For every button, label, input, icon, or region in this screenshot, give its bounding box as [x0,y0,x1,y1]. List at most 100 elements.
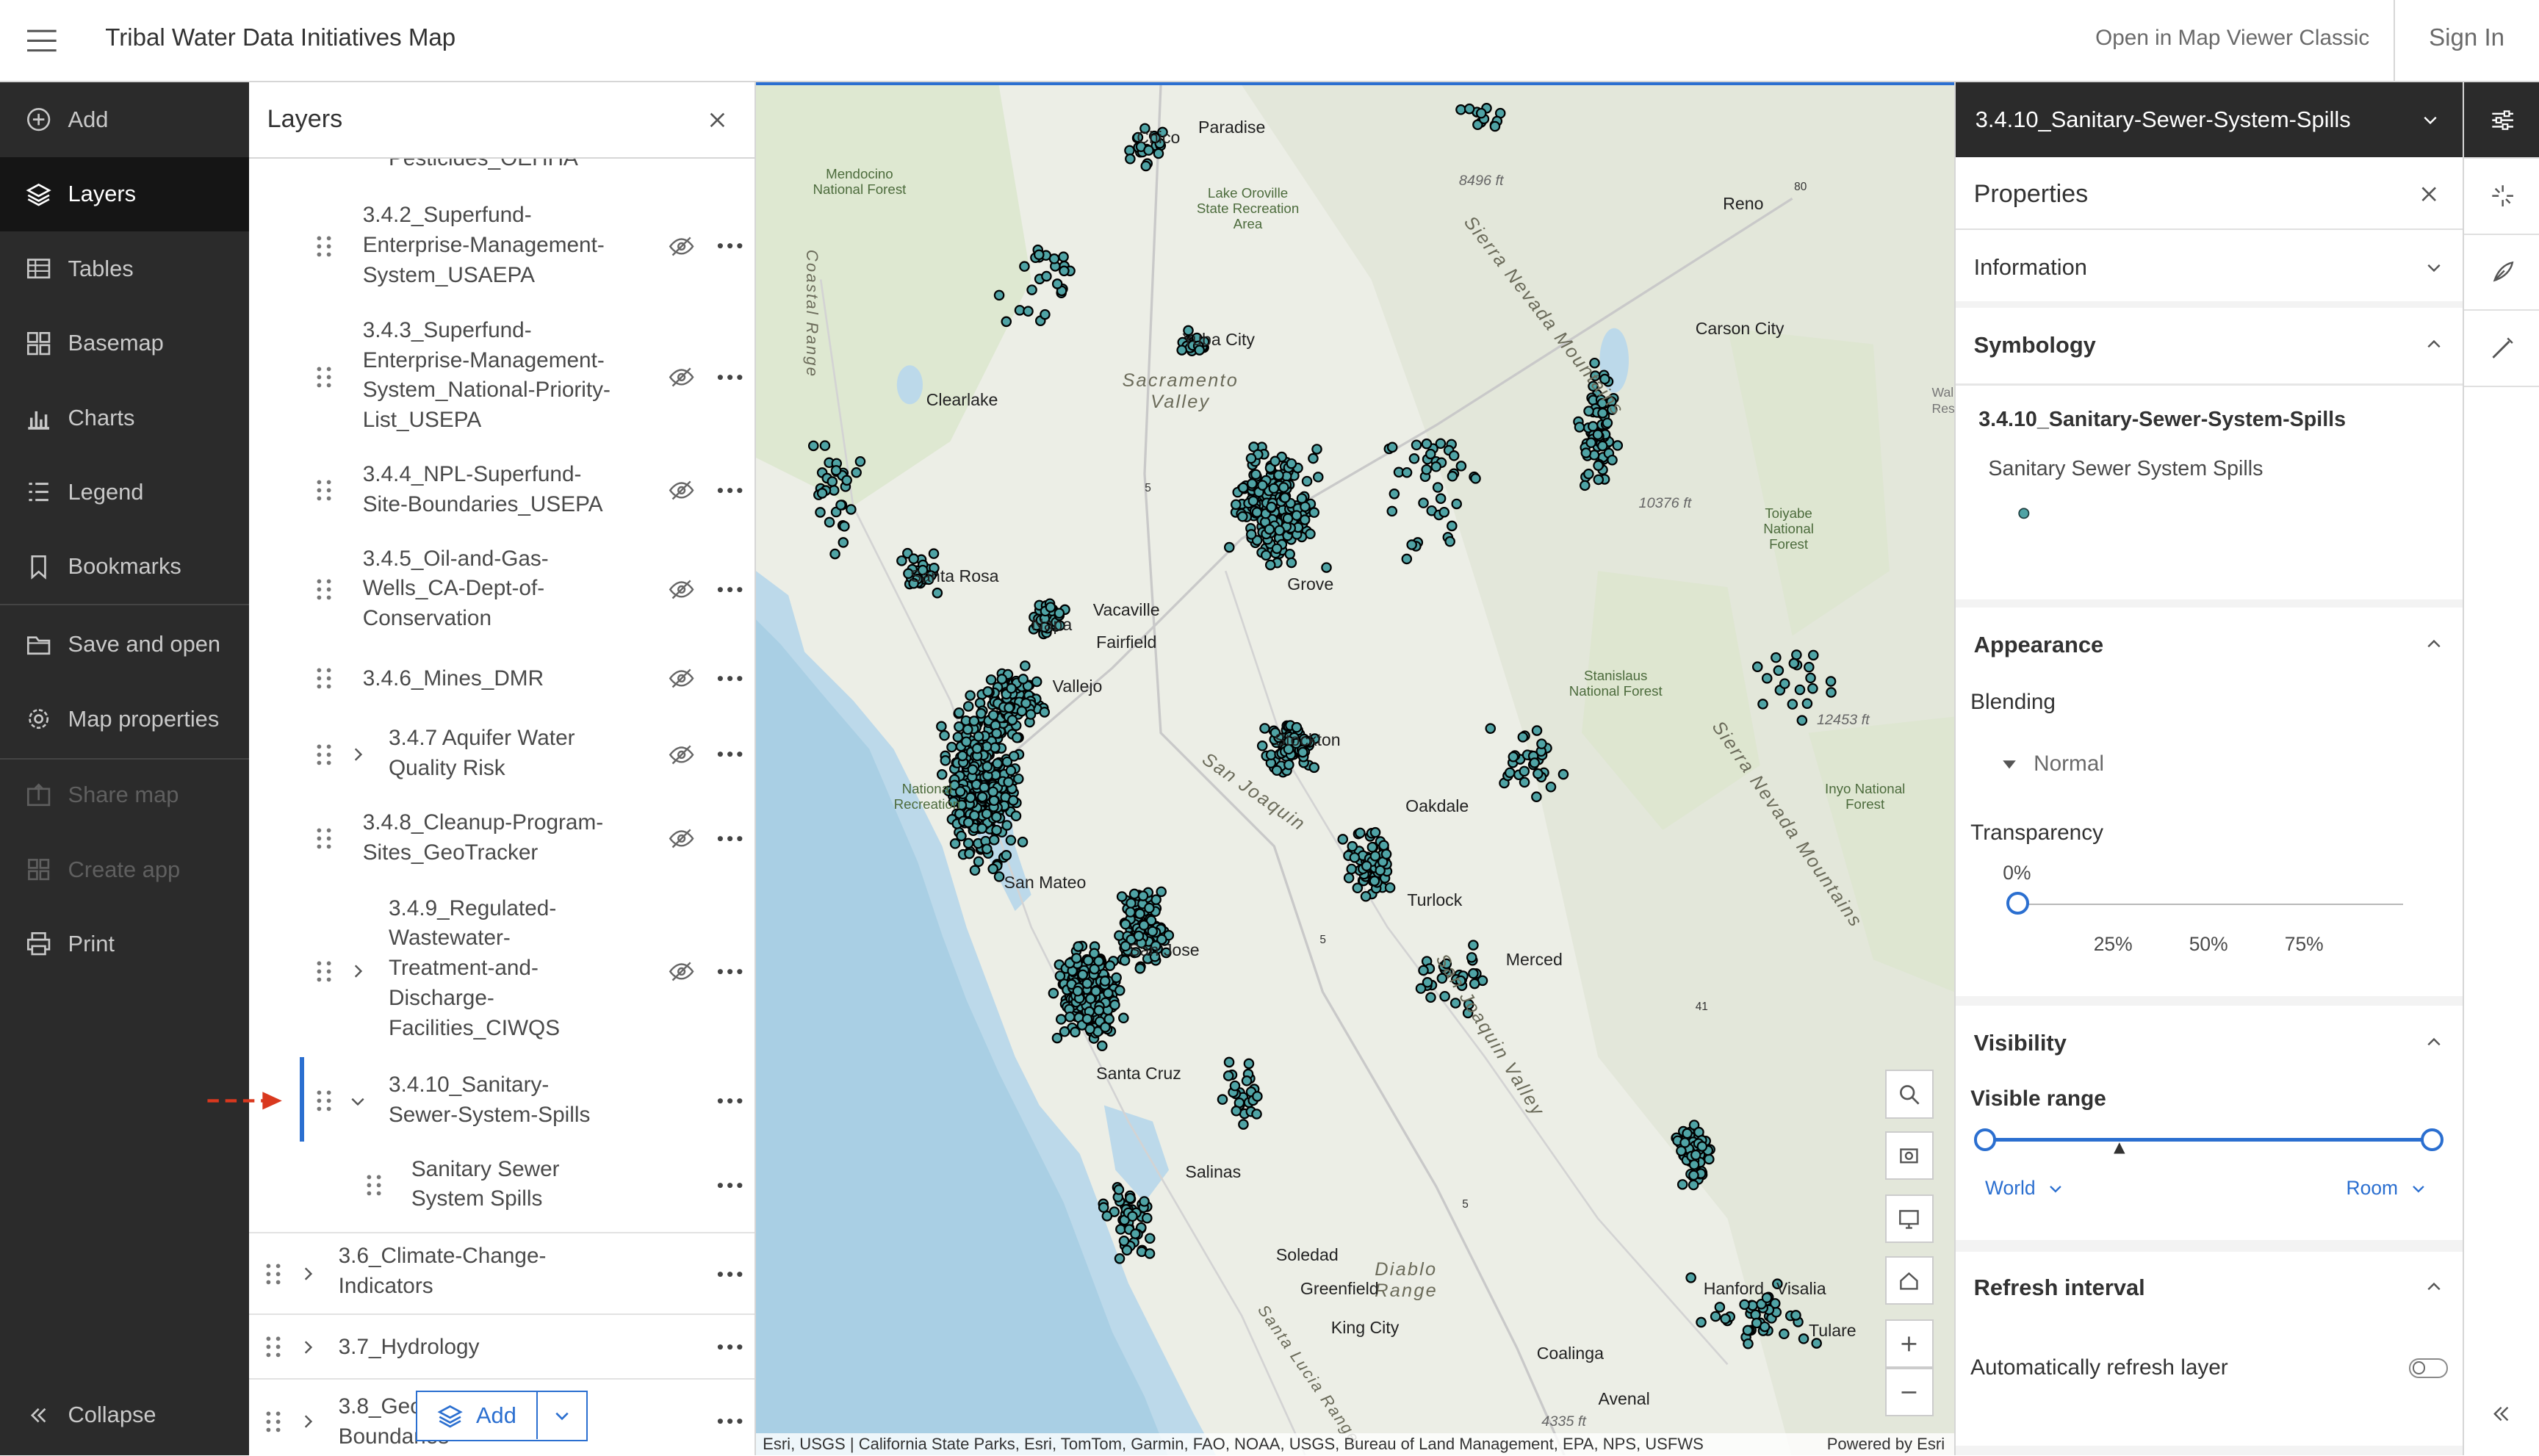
spill-point[interactable] [957,751,968,762]
spill-point[interactable] [1381,848,1392,860]
spill-point[interactable] [1682,1128,1693,1139]
spill-point[interactable] [1406,539,1418,551]
spill-point[interactable] [1129,889,1140,900]
spill-point[interactable] [1120,919,1131,930]
more-options-icon[interactable] [717,1269,743,1279]
group-layer-item[interactable]: 3.7_Hydrology [249,1313,755,1378]
spill-point[interactable] [973,731,984,743]
spill-point[interactable] [1004,702,1015,714]
spill-point[interactable] [1532,725,1543,737]
spill-point[interactable] [1826,676,1837,688]
spill-point[interactable] [824,517,835,528]
spill-point[interactable] [1142,1213,1153,1224]
spill-point[interactable] [973,856,984,868]
spill-point[interactable] [1008,795,1019,807]
hamburger-menu-button[interactable] [19,19,65,61]
spill-point[interactable] [1297,493,1308,505]
spill-point[interactable] [1145,1248,1156,1260]
layer-item-selected[interactable]: 3.4.10_Sanitary- Sewer-System-Spills [249,1067,755,1138]
spill-point[interactable] [1795,685,1806,696]
spill-point[interactable] [1237,511,1248,522]
spill-point[interactable] [1714,1302,1726,1313]
spill-point[interactable] [1519,766,1530,777]
spill-point[interactable] [1125,907,1137,918]
spill-point[interactable] [1085,993,1096,1005]
visibility-off-icon[interactable] [669,827,694,850]
spill-point[interactable] [1070,1027,1081,1038]
spill-point[interactable] [936,721,947,732]
spill-point[interactable] [996,674,1008,685]
spill-point[interactable] [1041,271,1053,282]
add-layer-button[interactable]: Add [417,1392,538,1440]
spill-point[interactable] [1138,890,1149,902]
spill-point[interactable] [1798,1333,1809,1345]
spill-point[interactable] [991,825,1003,836]
spill-point[interactable] [1370,827,1381,838]
properties-tool-button[interactable] [2464,82,2539,159]
spill-point[interactable] [1760,1322,1771,1333]
spill-point[interactable] [896,555,907,567]
spill-point[interactable] [1077,970,1089,981]
spill-point[interactable] [1476,108,1487,119]
spill-point[interactable] [1040,309,1051,320]
spill-point[interactable] [1779,1328,1790,1340]
spill-point[interactable] [1278,482,1289,494]
spill-point[interactable] [1140,161,1152,172]
chevron-up-icon[interactable] [2426,636,2442,652]
spill-point[interactable] [1607,455,1618,466]
spill-point[interactable] [1583,469,1594,480]
spill-point[interactable] [1054,970,1066,982]
spill-point[interactable] [982,686,994,698]
spill-point[interactable] [956,831,968,842]
drag-handle-icon[interactable] [316,578,332,601]
spill-point[interactable] [1111,973,1123,984]
spill-point[interactable] [1485,723,1497,735]
spill-point[interactable] [1001,820,1013,832]
spill-point[interactable] [1425,449,1436,460]
spill-point[interactable] [1790,1310,1802,1322]
spill-point[interactable] [1005,835,1017,846]
layer-selector[interactable]: 3.4.10_Sanitary-Sewer-System-Spills [1956,82,2463,157]
spill-point[interactable] [1585,437,1597,449]
expand-rail-button[interactable] [2488,1401,2514,1427]
drag-handle-icon[interactable] [316,479,332,502]
spill-point[interactable] [1352,882,1364,894]
spill-point[interactable] [1347,841,1358,852]
zoom-in-button[interactable] [1884,1319,1934,1369]
spill-point[interactable] [1808,649,1819,661]
spill-point[interactable] [946,742,958,753]
spill-point[interactable] [1771,652,1782,663]
map-presentation-button[interactable] [1884,1194,1934,1244]
spill-point[interactable] [1583,406,1595,417]
spill-point[interactable] [982,843,993,855]
spill-point[interactable] [1056,1014,1067,1026]
layer-item[interactable]: 3.4.4_NPL-Superfund- Site-Boundaries_USEP… [249,458,755,530]
spill-point[interactable] [1003,776,1015,788]
spill-point[interactable] [1103,988,1114,999]
spill-point[interactable] [1597,441,1608,452]
spill-point[interactable] [1308,762,1320,774]
spill-point[interactable] [1134,931,1145,942]
spill-point[interactable] [1529,757,1541,769]
spill-point[interactable] [1023,306,1034,317]
drag-handle-icon[interactable] [316,827,332,850]
spill-point[interactable] [1447,471,1458,482]
spill-point[interactable] [1286,458,1297,469]
visibility-off-icon[interactable] [669,578,694,601]
spill-point[interactable] [1217,1094,1228,1106]
spill-point[interactable] [1019,261,1031,273]
spill-point[interactable] [1308,453,1319,464]
spill-point[interactable] [1574,422,1585,433]
spill-point[interactable] [1034,249,1045,261]
spill-point[interactable] [1337,834,1349,846]
spill-point[interactable] [1145,1233,1156,1244]
spill-point[interactable] [1757,699,1769,710]
more-options-icon[interactable] [717,486,743,495]
spill-point[interactable] [1449,450,1460,461]
spill-point[interactable] [1313,472,1324,483]
spill-point[interactable] [1464,104,1475,115]
chevron-right-icon[interactable] [300,1266,316,1282]
visibility-off-icon[interactable] [669,479,694,502]
spill-point[interactable] [994,290,1005,301]
more-options-icon[interactable] [717,1416,743,1426]
